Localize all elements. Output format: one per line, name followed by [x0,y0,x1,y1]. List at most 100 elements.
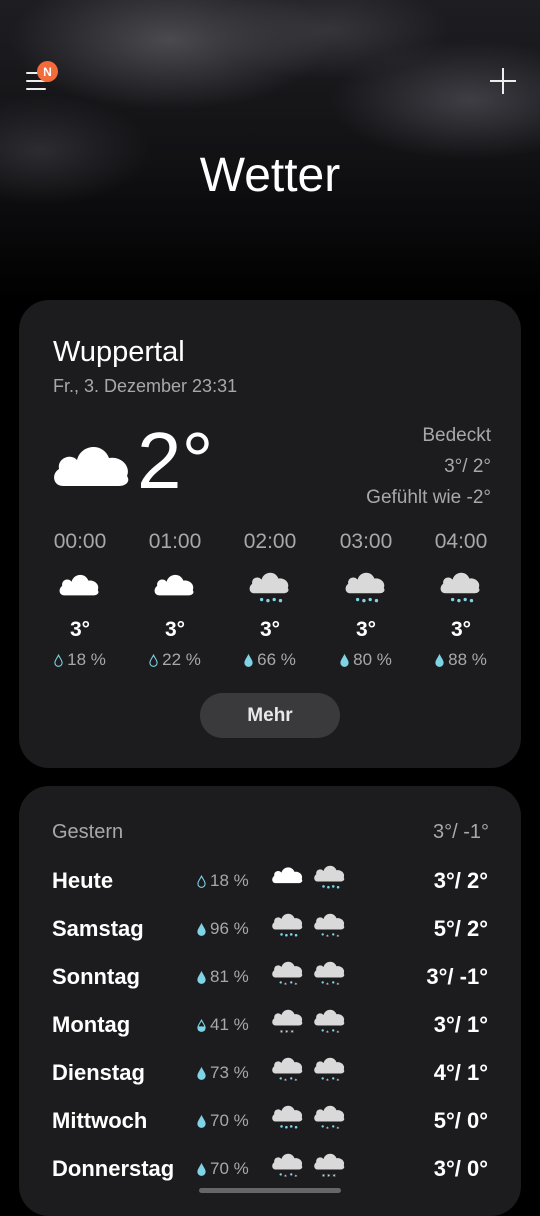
day-range: 5°/ 0° [433,1108,488,1133]
rain-icon [271,910,305,946]
current-temperature: 2° [137,416,214,505]
rain-icon [225,568,315,608]
day-range: 5°/ 2° [433,916,488,941]
forecast-day-row[interactable]: Sonntag 81 % * * * * 3°/ -1° [19,952,521,1000]
daily-forecast-card: Gestern 3°/ -1° Heute 18 % 3°/ 2° Samstag 96… [19,786,521,1216]
sleet-icon: * * [313,1054,347,1090]
hour-time: 02:00 [243,530,297,553]
yesterday-label: Gestern [52,821,124,843]
hourly-item: 02:00 3° 66 % [225,528,315,670]
rain-icon [321,568,411,608]
hour-precip: 22 % [130,650,220,670]
condition-block: Bedeckt 3°/ 2° Gefühlt wie -2° [366,420,491,513]
hour-time: 00:00 [53,530,107,553]
day-precip: 73 % [197,1063,249,1083]
svg-text:*: * [294,982,297,988]
cloud-icon [271,862,305,898]
forecast-day-row[interactable]: Donnerstag 70 % * * * * * 3°/ 0° [19,1144,521,1192]
svg-text:*: * [294,1078,297,1084]
page-title: Wetter [199,149,341,202]
raindrop-icon [197,1111,210,1130]
forecast-day-row[interactable]: Mittwoch 70 % * * 5°/ 0° [19,1096,521,1144]
svg-text:*: * [326,982,329,988]
hour-precip-value: 80 % [353,650,392,669]
hour-precip: 18 % [35,650,125,670]
day-range: 3°/ 1° [433,1012,488,1037]
day-name: Montag [52,1012,131,1037]
hour-temp: 3° [69,618,91,641]
yesterday-range: 3°/ -1° [432,821,489,843]
snow-icon: * * * [313,1150,347,1186]
day-precip-value: 41 % [210,1015,249,1034]
hour-precip: 88 % [416,650,506,670]
day-name: Mittwoch [52,1108,148,1133]
day-range: 4°/ 1° [433,1060,488,1085]
hour-temp: 3° [450,618,472,641]
hourly-item: 00:00 3° 18 % [35,528,125,670]
current-datetime: Fr., 3. Dezember 23:31 [53,376,238,396]
svg-text:*: * [326,1078,329,1084]
raindrop-icon [197,1063,210,1082]
notification-badge: N [37,61,58,82]
day-precip-value: 70 % [210,1111,249,1130]
day-name: Heute [52,868,114,893]
hour-precip: 80 % [321,650,411,670]
day-precip: 41 % [197,1015,249,1035]
raindrop-icon [197,871,210,890]
raindrop-icon [197,967,210,986]
hour-time: 03:00 [339,530,393,553]
day-precip: 96 % [197,919,249,939]
svg-text:*: * [326,1126,329,1132]
raindrop-icon [435,650,448,669]
condition-text: Bedeckt [422,425,491,446]
svg-text:*: * [336,934,339,940]
sleet-icon: * * [271,1054,305,1090]
sleet-icon: * * [313,910,347,946]
hour-temp: 3° [355,618,377,641]
day-precip: 18 % [197,871,249,891]
svg-text:*: * [284,1078,287,1084]
svg-text:*: * [326,1030,329,1036]
svg-text:*: * [284,982,287,988]
day-precip-value: 70 % [210,1159,249,1178]
add-location-button[interactable] [488,66,518,96]
sleet-icon: * * [313,1102,347,1138]
more-button[interactable]: Mehr [200,693,340,738]
hour-temp: 3° [164,618,186,641]
svg-text:*: * [336,1078,339,1084]
day-name: Samstag [52,916,144,941]
day-range: 3°/ 2° [433,868,488,893]
day-range: 3°/ 0° [433,1156,488,1181]
svg-text:* * *: * * * [322,1172,337,1180]
rain-icon [416,568,506,608]
svg-text:*: * [336,982,339,988]
day-precip: 81 % [197,967,249,987]
sleet-icon: * * [271,1150,305,1186]
cloud-icon [35,568,125,608]
svg-text:*: * [284,1174,287,1180]
day-precip-value: 18 % [210,871,249,890]
sleet-icon: * * [271,958,305,994]
feels-like: Gefühlt wie -2° [366,487,491,508]
high-low: 3°/ 2° [444,456,491,477]
hour-precip-value: 18 % [67,650,106,669]
hour-time: 01:00 [148,530,202,553]
day-precip-value: 73 % [210,1063,249,1082]
svg-text:*: * [336,1126,339,1132]
forecast-day-row[interactable]: Samstag 96 % * * 5°/ 2° [19,904,521,952]
raindrop-icon [54,650,67,669]
hourly-item: 01:00 3° 22 % [130,528,220,670]
current-weather-card[interactable]: Wuppertal Fr., 3. Dezember 23:31 2° Bede… [19,300,521,768]
day-range: 3°/ -1° [426,964,488,989]
hour-precip-value: 22 % [162,650,201,669]
cloud-icon [130,568,220,608]
hour-precip: 66 % [225,650,315,670]
raindrop-icon [149,650,162,669]
forecast-day-row[interactable]: Montag 41 % * * * * * 3°/ 1° [19,1000,521,1048]
svg-text:*: * [336,1030,339,1036]
svg-text:*: * [294,1174,297,1180]
sleet-icon: * * [313,958,347,994]
forecast-day-row[interactable]: Heute 18 % 3°/ 2° [19,856,521,904]
forecast-day-row[interactable]: Dienstag 73 % * * * * 4°/ 1° [19,1048,521,1096]
day-name: Donnerstag [52,1156,175,1181]
